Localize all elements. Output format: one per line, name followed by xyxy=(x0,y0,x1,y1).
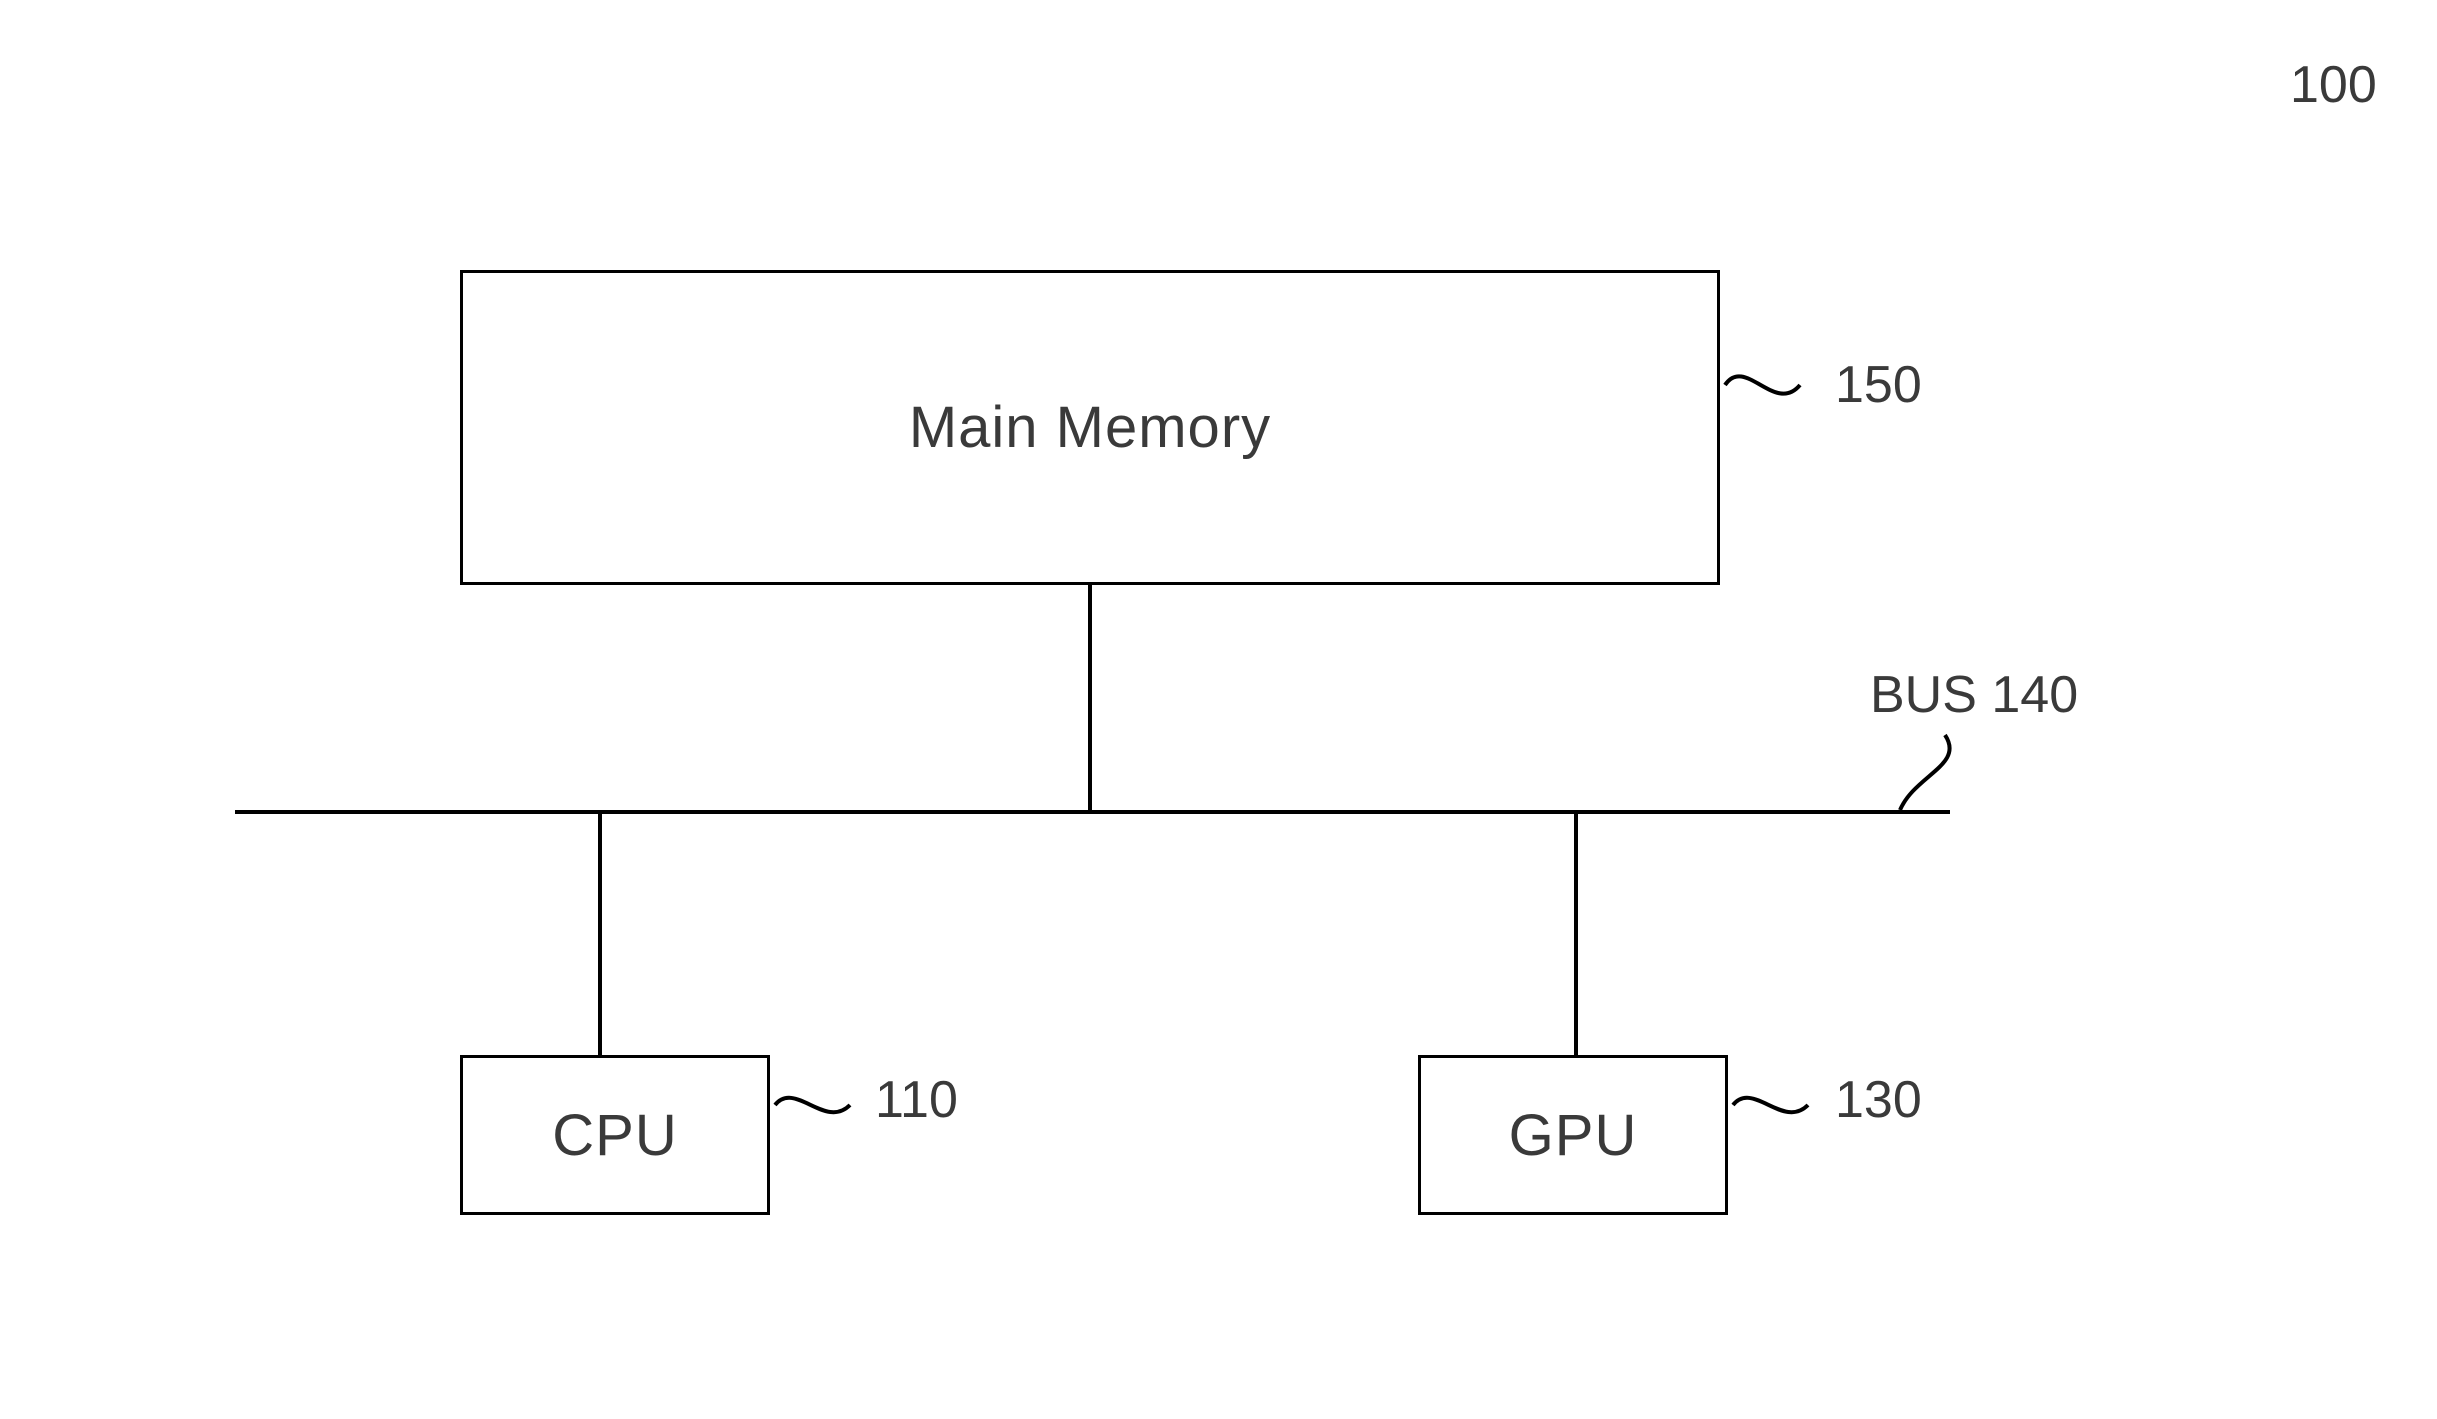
ref-110: 110 xyxy=(875,1070,958,1130)
cpu-block: CPU xyxy=(460,1055,770,1215)
bus-label: BUS 140 xyxy=(1870,665,2078,725)
figure-ref-100: 100 xyxy=(2290,55,2377,115)
gpu-block: GPU xyxy=(1418,1055,1728,1215)
main-memory-label: Main Memory xyxy=(909,394,1271,461)
main-memory-block: Main Memory xyxy=(460,270,1720,585)
leader-110 xyxy=(770,1075,870,1135)
connector-memory-to-bus xyxy=(1088,585,1092,810)
ref-150: 150 xyxy=(1835,355,1922,415)
leader-150 xyxy=(1720,350,1830,420)
cpu-label: CPU xyxy=(552,1102,677,1169)
bus-line xyxy=(235,810,1950,814)
connector-bus-to-gpu xyxy=(1574,810,1578,1055)
gpu-label: GPU xyxy=(1509,1102,1638,1169)
leader-bus xyxy=(1880,730,1970,815)
connector-bus-to-cpu xyxy=(598,810,602,1055)
leader-130 xyxy=(1728,1075,1828,1135)
ref-130: 130 xyxy=(1835,1070,1922,1130)
